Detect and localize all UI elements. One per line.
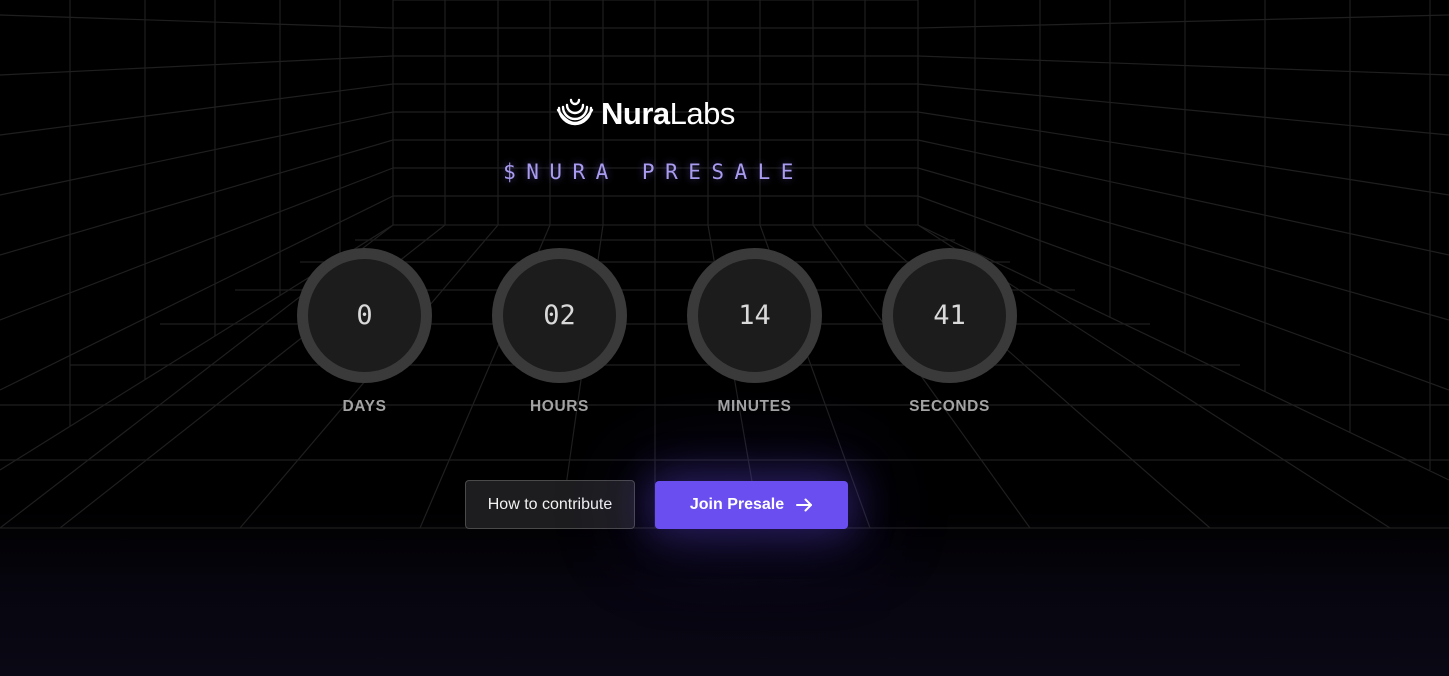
countdown-seconds: 41 SECONDS (882, 248, 1017, 416)
days-label: DAYS (342, 398, 387, 415)
how-to-contribute-label: How to contribute (487, 495, 613, 513)
countdown-ring: 0 (297, 248, 432, 383)
hours-label: HOURS (530, 398, 589, 415)
countdown-ring: 02 (492, 248, 627, 383)
brand-name: NuraLabs (601, 96, 735, 132)
presale-title: $NURA PRESALE (503, 160, 804, 184)
countdown-days: 0 DAYS (297, 248, 432, 416)
countdown-ring-inner: 0 (308, 259, 421, 372)
hours-value: 02 (543, 300, 576, 331)
days-value: 0 (356, 300, 373, 331)
join-presale-button[interactable]: Join Presale (655, 480, 848, 529)
countdown-ring: 41 (882, 248, 1017, 383)
countdown-ring-inner: 41 (893, 259, 1006, 372)
how-to-contribute-button[interactable]: How to contribute (465, 480, 635, 529)
brand-name-bold: Nura (601, 96, 670, 131)
minutes-value: 14 (738, 300, 771, 331)
seconds-value: 41 (933, 300, 966, 331)
join-presale-label: Join Presale (689, 495, 785, 513)
countdown-ring-inner: 02 (503, 259, 616, 372)
countdown-ring-inner: 14 (698, 259, 811, 372)
seconds-label: SECONDS (909, 398, 990, 415)
brand-logo[interactable]: NuraLabs (556, 94, 735, 134)
brand-name-light: Labs (669, 96, 736, 131)
countdown-minutes: 14 MINUTES (687, 248, 822, 416)
countdown-timer: 0 DAYS 02 HOURS 14 MINUTES 41 SECONDS (297, 248, 1017, 416)
minutes-label: MINUTES (717, 398, 792, 415)
arrow-right-icon (796, 498, 813, 511)
nura-wave-icon (556, 98, 594, 126)
presale-page: NuraLabs $NURA PRESALE 0 DAYS 02 HOURS 1… (0, 0, 1449, 676)
countdown-hours: 02 HOURS (492, 248, 627, 416)
countdown-ring: 14 (687, 248, 822, 383)
action-buttons: How to contribute Join Presale (465, 480, 848, 529)
